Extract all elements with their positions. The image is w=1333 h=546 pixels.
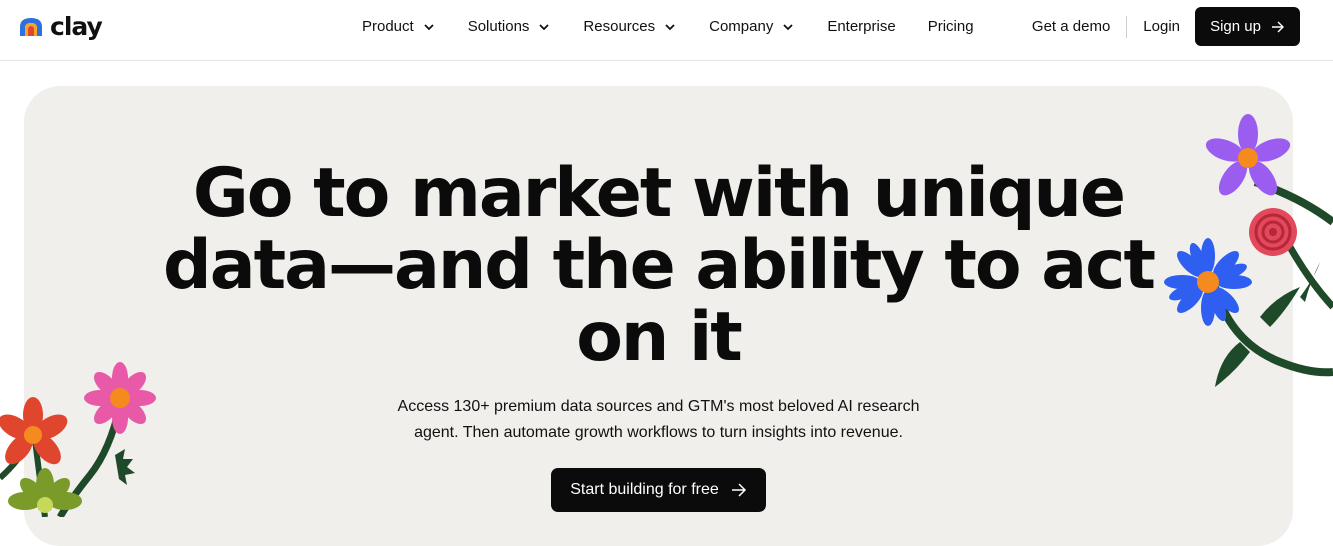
menu-item-label: Pricing — [927, 18, 974, 35]
main-menu: Product Solutions Resources Company Ente… — [362, 18, 974, 35]
subtext-line-1: Access 130+ premium data sources and GTM… — [397, 398, 920, 415]
chevron-down-icon — [539, 23, 550, 30]
arrow-right-icon — [1271, 21, 1284, 32]
menu-item-label: Solutions — [467, 18, 530, 35]
clay-logo[interactable]: clay — [18, 12, 103, 41]
sign-up-label: Sign up — [1210, 18, 1261, 35]
clay-logo-icon — [20, 18, 42, 36]
arrow-right-icon — [731, 483, 746, 497]
subtext-line-2: agent. Then automate growth workflows to… — [414, 424, 903, 441]
nav-actions: Get a demo Login Sign up — [1032, 7, 1300, 46]
headline-line-3: on it — [576, 298, 743, 377]
start-building-button[interactable]: Start building for free — [551, 468, 766, 512]
sign-up-button[interactable]: Sign up — [1195, 7, 1300, 46]
menu-item-label: Company — [709, 18, 774, 35]
get-demo-link[interactable]: Get a demo — [1032, 18, 1110, 35]
blue-flower-icon — [1164, 238, 1252, 326]
rose-flower-icon — [1249, 208, 1297, 256]
cta-label: Start building for free — [570, 481, 719, 498]
menu-item-enterprise[interactable]: Enterprise — [827, 18, 895, 35]
headline-line-2: data—and the ability to act — [163, 226, 1156, 305]
chevron-down-icon — [424, 23, 434, 30]
menu-item-label: Product — [362, 18, 414, 35]
menu-item-resources[interactable]: Resources — [583, 18, 676, 35]
brand-name: clay — [50, 12, 103, 41]
chevron-down-icon — [783, 23, 793, 30]
headline-line-1: Go to market with unique — [192, 154, 1126, 233]
menu-item-label: Enterprise — [827, 18, 896, 35]
menu-item-company[interactable]: Company — [709, 18, 794, 35]
menu-item-pricing[interactable]: Pricing — [928, 18, 974, 35]
menu-item-solutions[interactable]: Solutions — [468, 18, 551, 35]
hero-headline: Go to market with unique data—and the ab… — [0, 158, 1317, 374]
menu-item-label: Resources — [583, 18, 656, 35]
login-link[interactable]: Login — [1143, 18, 1180, 35]
top-navigation: clay Product Solutions Resources Company… — [0, 0, 1333, 61]
menu-item-product[interactable]: Product — [362, 18, 435, 35]
nav-divider — [1126, 15, 1128, 38]
pink-flower-icon — [84, 362, 156, 434]
flowers-left-illustration — [0, 362, 156, 517]
chevron-down-icon — [665, 23, 675, 30]
green-flower-icon — [8, 468, 82, 513]
flowers-right-illustration — [1164, 114, 1333, 387]
hero-subtext: Access 130+ premium data sources and GTM… — [0, 394, 1317, 446]
